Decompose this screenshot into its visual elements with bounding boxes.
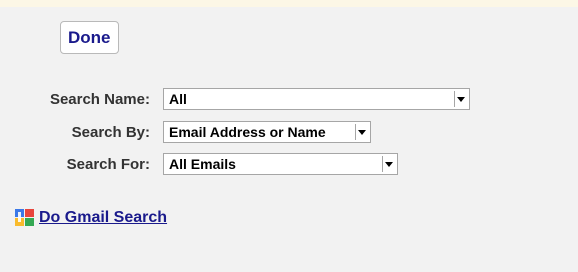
search-for-select[interactable]: All Emails	[163, 153, 398, 175]
gmail-search-link[interactable]: Do Gmail Search	[14, 208, 167, 228]
chevron-down-icon[interactable]	[355, 124, 368, 140]
google-logo-icon	[15, 209, 34, 226]
search-by-value: Email Address or Name	[169, 124, 326, 140]
top-strip	[0, 0, 578, 7]
chevron-down-icon[interactable]	[382, 156, 395, 172]
search-name-select[interactable]: All	[163, 88, 470, 110]
search-by-label: Search By:	[71, 124, 150, 141]
search-name-label: Search Name:	[49, 91, 150, 108]
search-by-select[interactable]: Email Address or Name	[163, 121, 371, 143]
search-for-value: All Emails	[169, 156, 236, 172]
chevron-down-icon[interactable]	[454, 91, 467, 107]
search-name-value: All	[169, 91, 187, 107]
search-for-label: Search For:	[66, 156, 150, 173]
gmail-search-link-label: Do Gmail Search	[39, 209, 168, 226]
done-button[interactable]: Done	[60, 21, 119, 54]
